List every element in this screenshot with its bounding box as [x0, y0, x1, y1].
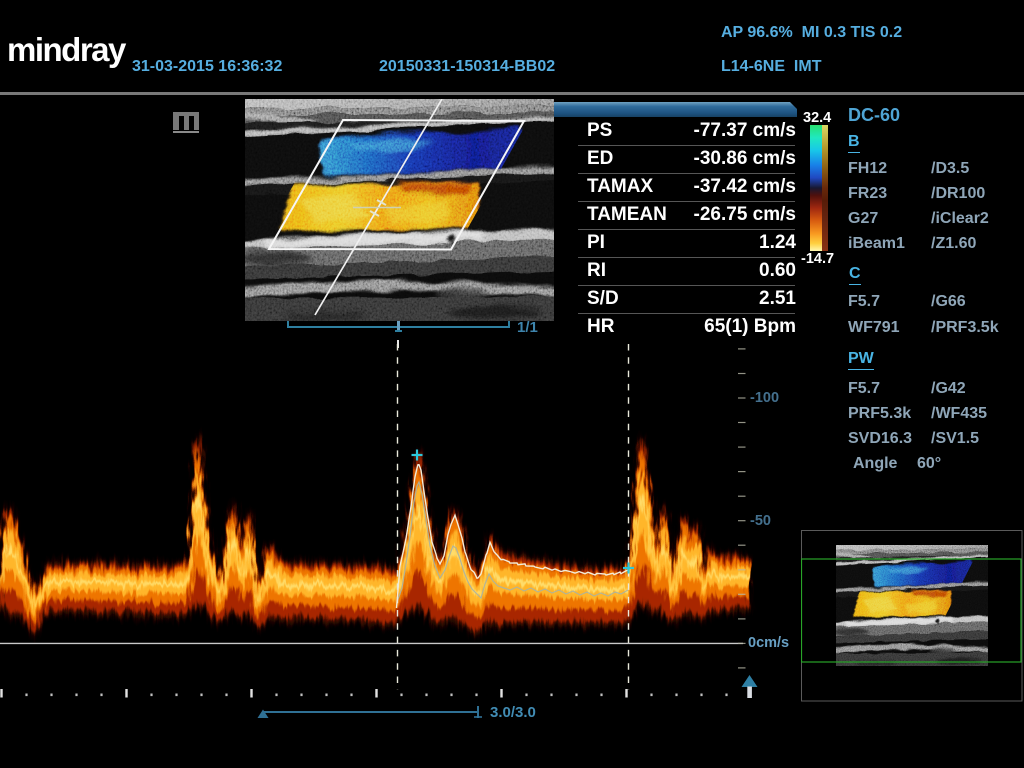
svg-text:3.0/3.0: 3.0/3.0 — [490, 704, 536, 721]
